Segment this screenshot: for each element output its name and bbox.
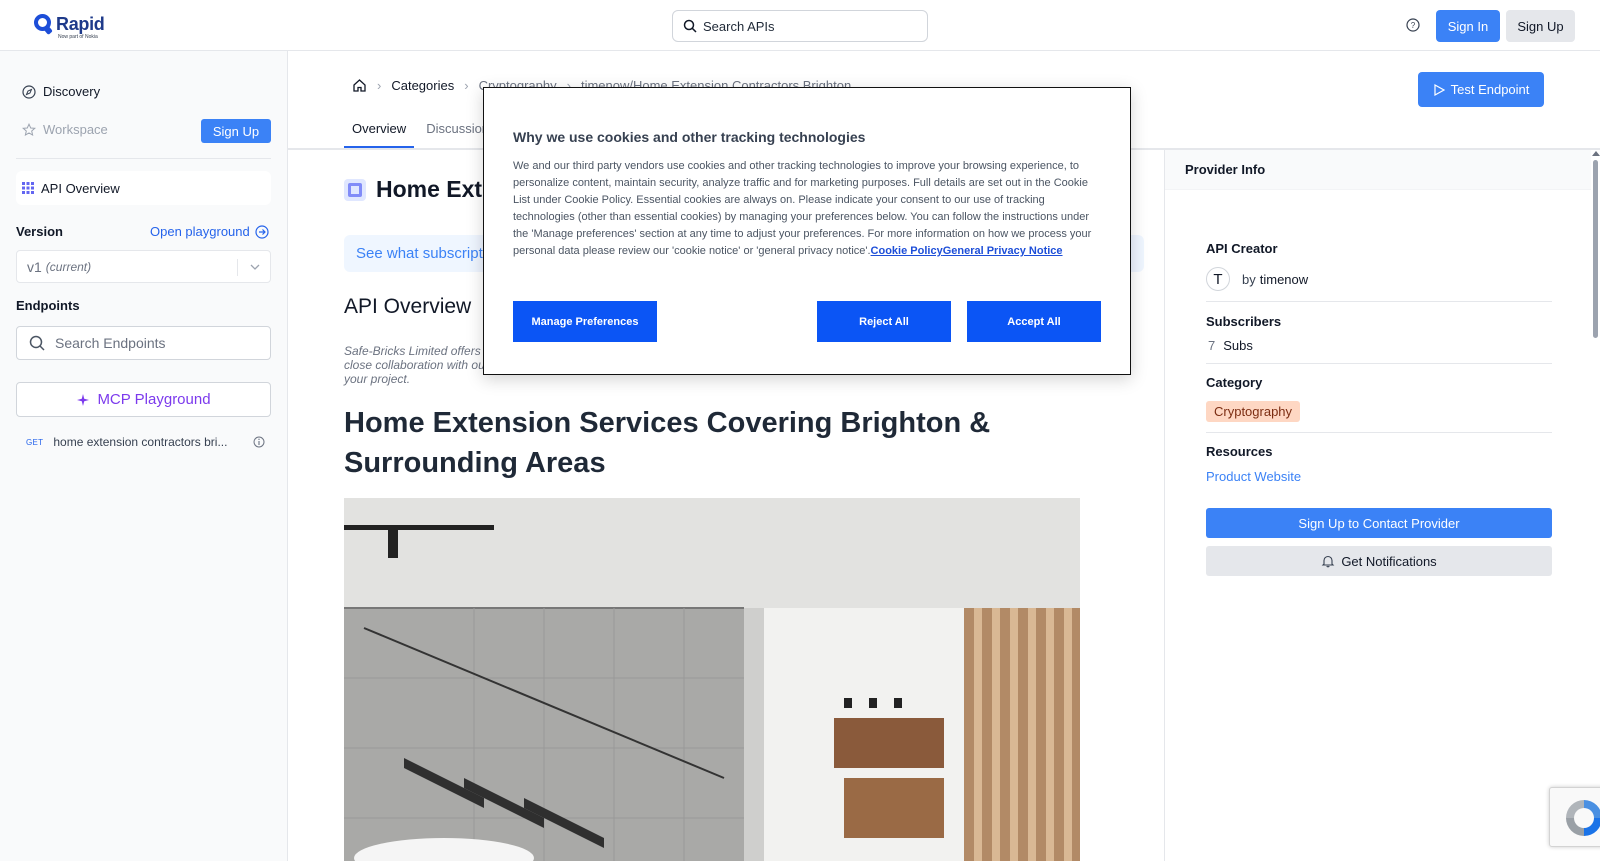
- resources-label: Resources: [1206, 444, 1273, 459]
- sidebar-item-discovery[interactable]: Discovery: [22, 84, 100, 99]
- privacy-notice-link[interactable]: General Privacy Notice: [943, 245, 1063, 257]
- sidebar-divider: [16, 158, 271, 159]
- product-website-link[interactable]: Product Website: [1206, 469, 1301, 484]
- scrollbar-thumb[interactable]: [1593, 160, 1598, 338]
- mcp-playground-label: MCP Playground: [97, 391, 211, 408]
- cookie-consent-dialog: Why we use cookies and other tracking te…: [483, 87, 1131, 375]
- search-endpoints-input[interactable]: Search Endpoints: [16, 326, 271, 360]
- search-apis-placeholder: Search APIs: [703, 18, 775, 34]
- content-heading: Home Extension Services Covering Brighto…: [344, 407, 991, 479]
- get-notifications-label: Get Notifications: [1341, 553, 1437, 569]
- compass-icon: [22, 84, 36, 99]
- panel-divider: [1206, 363, 1552, 364]
- sidebar-item-api-overview[interactable]: API Overview: [16, 171, 271, 205]
- logo-subtitle: Now part of Nokia: [58, 34, 98, 40]
- endpoint-name: home extension contractors bri...: [53, 435, 228, 449]
- search-icon: [29, 335, 45, 351]
- api-creator-label: API Creator: [1206, 241, 1278, 256]
- rapid-logo-icon: [34, 14, 53, 35]
- sign-in-button[interactable]: Sign In: [1436, 10, 1500, 42]
- sidebar-item-label: Discovery: [43, 84, 101, 99]
- page-scrollbar[interactable]: [1591, 150, 1600, 861]
- version-current-tag: (current): [45, 259, 92, 274]
- left-sidebar: Discovery Workspace Sign Up API Overview…: [0, 51, 288, 861]
- cookie-body-text: We and our third party vendors use cooki…: [513, 160, 1092, 257]
- api-overview-heading: API Overview: [344, 295, 472, 318]
- hero-image: [344, 498, 1080, 861]
- reject-all-button[interactable]: Reject All: [817, 301, 951, 342]
- cookie-title: Why we use cookies and other tracking te…: [513, 129, 866, 145]
- sidebar-item-workspace[interactable]: Workspace: [22, 122, 108, 137]
- provider-info-panel: Provider Info API Creator T by timenow S…: [1164, 150, 1600, 861]
- sidebar-item-label: API Overview: [41, 180, 120, 196]
- svg-text:?: ?: [1411, 21, 1416, 30]
- panel-divider: [1206, 432, 1552, 433]
- recaptcha-icon: [1566, 800, 1600, 836]
- open-playground-link[interactable]: Open playground: [150, 224, 269, 239]
- version-value: v1: [27, 258, 42, 275]
- api-logo-icon: [344, 178, 366, 201]
- search-apis-input[interactable]: Search APIs: [672, 10, 928, 42]
- breadcrumb-categories[interactable]: Categories: [391, 78, 454, 93]
- breadcrumb-separator-icon: ›: [377, 78, 382, 93]
- subscribers-label: Subscribers: [1206, 314, 1282, 329]
- mcp-playground-button[interactable]: MCP Playground: [16, 382, 271, 417]
- subscribers-number: 7: [1208, 338, 1216, 353]
- cookie-policy-link[interactable]: Cookie Policy: [871, 245, 943, 257]
- version-select[interactable]: v1 (current): [16, 250, 271, 283]
- sparkle-icon: [77, 393, 90, 406]
- home-icon[interactable]: [352, 78, 367, 93]
- info-icon[interactable]: [253, 436, 265, 448]
- search-icon: [683, 19, 697, 33]
- contact-provider-button[interactable]: Sign Up to Contact Provider: [1206, 508, 1552, 538]
- play-icon: [1434, 83, 1445, 96]
- help-icon[interactable]: ?: [1406, 18, 1420, 32]
- test-endpoint-button[interactable]: Test Endpoint: [1418, 72, 1544, 107]
- cookie-body: We and our third party vendors use cooki…: [513, 158, 1103, 260]
- logo-name: Rapid: [56, 14, 105, 34]
- sign-up-button[interactable]: Sign Up: [1506, 10, 1575, 42]
- provider-info-header: Provider Info: [1165, 150, 1591, 190]
- recaptcha-badge[interactable]: [1549, 787, 1600, 847]
- subscribers-count: 7 Subs: [1208, 338, 1253, 353]
- grid-icon: [22, 182, 34, 194]
- accept-all-button[interactable]: Accept All: [967, 301, 1101, 342]
- sidebar-sign-up-button[interactable]: Sign Up: [201, 119, 271, 143]
- test-endpoint-label: Test Endpoint: [1450, 82, 1530, 97]
- get-notifications-button[interactable]: Get Notifications: [1206, 546, 1552, 576]
- category-badge[interactable]: Cryptography: [1206, 401, 1301, 422]
- panel-divider: [1206, 301, 1552, 302]
- api-creator-row[interactable]: T by timenow: [1206, 267, 1308, 291]
- arrow-circle-icon: [255, 224, 269, 239]
- creator-by: by: [1242, 271, 1256, 287]
- star-icon: [22, 122, 36, 136]
- endpoints-label: Endpoints: [16, 298, 80, 313]
- bell-icon: [1321, 555, 1335, 568]
- search-endpoints-placeholder: Search Endpoints: [55, 335, 166, 351]
- endpoint-method-badge: GET: [26, 437, 44, 447]
- tab-overview[interactable]: Overview: [344, 110, 415, 148]
- version-label: Version: [16, 224, 63, 239]
- avatar: T: [1206, 267, 1230, 291]
- open-playground-label: Open playground: [150, 224, 250, 239]
- rapid-logo[interactable]: Rapid Now part of Nokia: [34, 14, 105, 41]
- endpoint-item[interactable]: GET home extension contractors bri...: [26, 435, 266, 449]
- subscribers-unit: Subs: [1223, 338, 1253, 353]
- scroll-up-icon[interactable]: [1592, 151, 1600, 156]
- top-navbar: Rapid Now part of Nokia Search APIs ? Si…: [0, 0, 1600, 51]
- sidebar-item-label: Workspace: [43, 122, 108, 137]
- creator-name: timenow: [1259, 271, 1309, 287]
- manage-preferences-button[interactable]: Manage Preferences: [513, 301, 657, 342]
- chevron-down-icon: [250, 264, 260, 270]
- category-label: Category: [1206, 375, 1263, 390]
- breadcrumb-separator-icon: ›: [464, 78, 469, 93]
- select-divider: [237, 259, 238, 276]
